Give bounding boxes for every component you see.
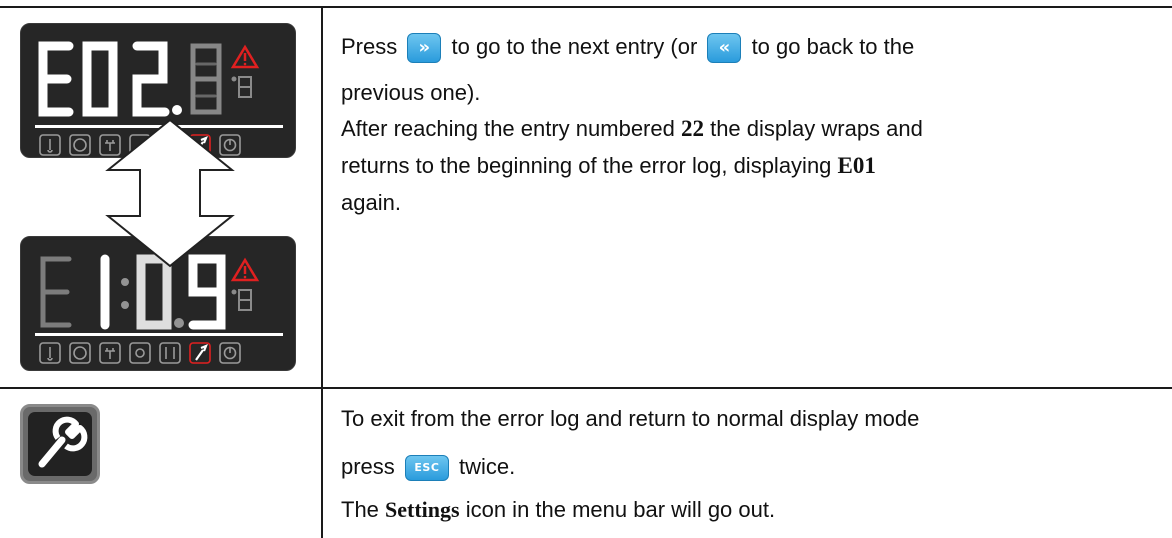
exit-line-3: The Settings icon in the menu bar will g… — [341, 497, 776, 522]
aux-digit — [231, 289, 252, 311]
entry-number: 22 — [680, 116, 704, 141]
double-arrow-icon — [105, 118, 235, 268]
exit-line-1: To exit from the error log and return to… — [341, 406, 920, 431]
settings-wrench-icon — [20, 404, 100, 484]
table-row-divider — [0, 387, 1172, 389]
aux-digit — [231, 76, 252, 98]
exit-line-2: press ESC twice. — [341, 454, 515, 482]
error-code: E01 — [837, 153, 876, 178]
display-separator — [35, 333, 283, 336]
instruction-line-5: again. — [341, 190, 401, 215]
warning-triangle-icon — [230, 44, 260, 69]
defrost-icon — [69, 342, 91, 364]
light-icon — [129, 342, 151, 364]
defrost-icon — [69, 134, 91, 156]
seven-segment-digits — [38, 41, 222, 117]
fan-icon — [159, 342, 181, 364]
seven-segment-digits — [40, 254, 226, 330]
table-top-border — [0, 6, 1172, 8]
previous-key-icon: « — [707, 33, 742, 63]
instruction-line-4: returns to the beginning of the error lo… — [341, 153, 876, 178]
settings-label: Settings — [385, 497, 460, 522]
instruction-line-3: After reaching the entry numbered 22 the… — [341, 116, 923, 141]
icon-bar — [39, 342, 241, 364]
instruction-line-1: Press » to go to the next entry (or « to… — [341, 33, 914, 63]
next-key-icon: » — [407, 33, 442, 63]
instruction-line-2: previous one). — [341, 80, 481, 105]
esc-key-icon: ESC — [404, 455, 449, 482]
table-column-divider — [321, 6, 323, 538]
